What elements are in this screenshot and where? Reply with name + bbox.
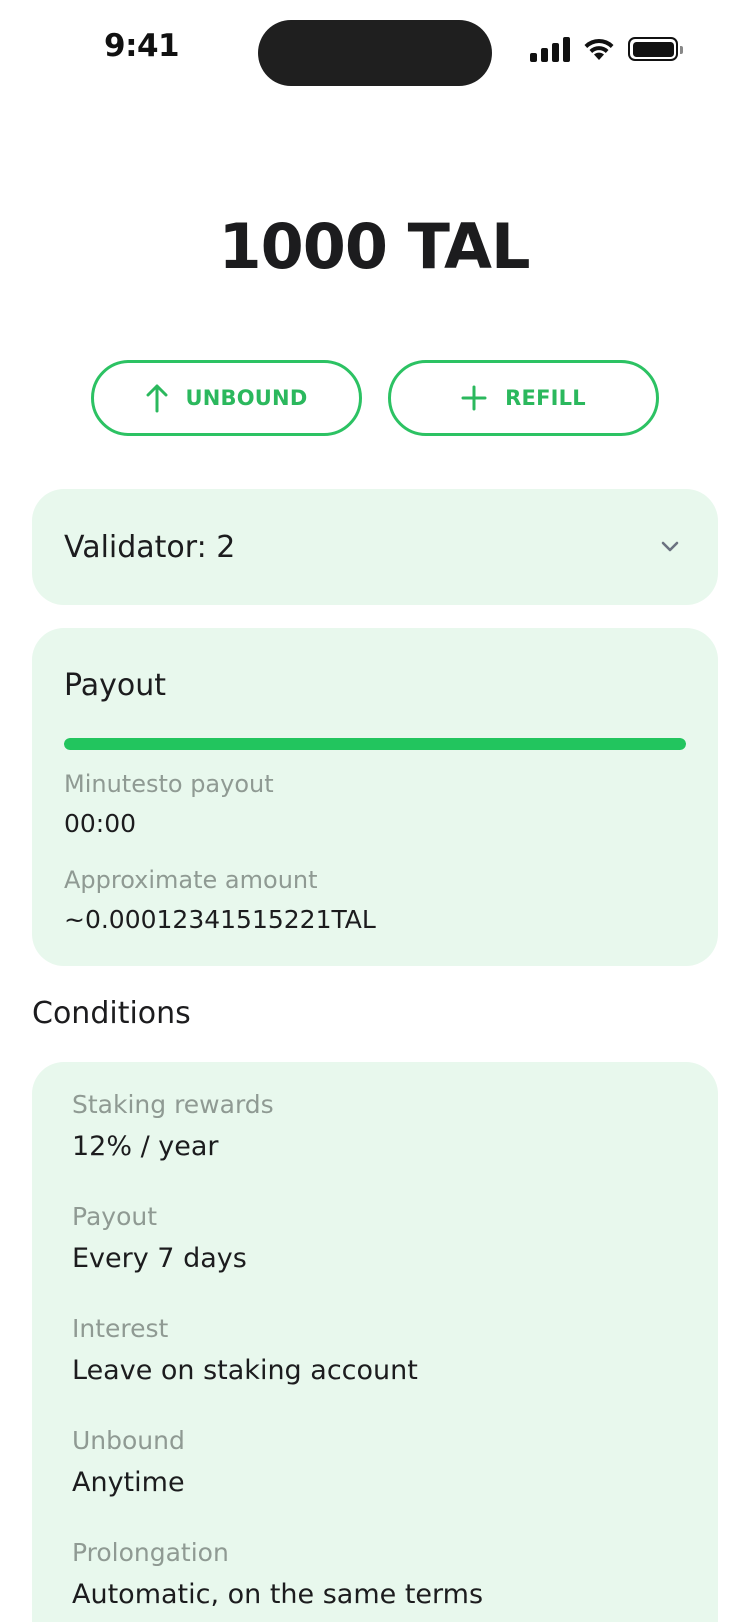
condition-prolongation: Prolongation Automatic, on the same term… — [72, 1538, 483, 1610]
condition-label: Prolongation — [72, 1538, 229, 1567]
battery-icon — [628, 37, 683, 61]
condition-label: Unbound — [72, 1426, 185, 1455]
condition-value: Anytime — [72, 1467, 185, 1498]
condition-value: 12% / year — [72, 1131, 219, 1162]
wifi-icon — [584, 38, 614, 60]
condition-label: Interest — [72, 1314, 169, 1343]
conditions-card: Staking rewards 12% / year Payout Every … — [32, 1062, 718, 1622]
plus-icon — [461, 385, 487, 411]
unbound-button-label: UNBOUND — [185, 386, 308, 410]
cellular-signal-icon — [530, 36, 570, 62]
action-buttons: UNBOUND REFILL — [91, 360, 659, 436]
approximate-amount-value: ~0.00012341515221TAL — [64, 905, 376, 934]
dynamic-island — [258, 20, 492, 86]
status-time: 9:41 — [104, 28, 180, 64]
condition-staking-rewards: Staking rewards 12% / year — [72, 1090, 274, 1162]
validator-label: Validator: 2 — [64, 529, 236, 565]
refill-button-label: REFILL — [505, 386, 586, 410]
condition-interest: Interest Leave on staking account — [72, 1314, 418, 1386]
condition-payout: Payout Every 7 days — [72, 1202, 247, 1274]
chevron-down-icon — [661, 541, 679, 552]
condition-value: Every 7 days — [72, 1243, 247, 1274]
condition-value: Automatic, on the same terms — [72, 1579, 484, 1610]
payout-progress-bar — [64, 738, 686, 750]
condition-value: Leave on staking account — [72, 1355, 418, 1386]
unbound-button[interactable]: UNBOUND — [91, 360, 362, 436]
status-icons — [530, 34, 683, 64]
status-bar: 9:41 — [0, 0, 748, 96]
minutes-to-payout-label: Minutesto payout — [64, 770, 274, 798]
approximate-amount-label: Approximate amount — [64, 866, 318, 894]
payout-title: Payout — [64, 668, 167, 703]
staking-balance: 1000 TAL — [218, 210, 530, 283]
payout-card: Payout Minutesto payout 00:00 Approximat… — [32, 628, 718, 966]
refill-button[interactable]: REFILL — [388, 360, 659, 436]
minutes-to-payout-value: 00:00 — [64, 809, 137, 838]
condition-unbound: Unbound Anytime — [72, 1426, 185, 1498]
condition-label: Payout — [72, 1202, 158, 1231]
payout-progress-fill — [64, 738, 686, 750]
arrow-up-icon — [146, 384, 168, 413]
condition-label: Staking rewards — [72, 1090, 274, 1119]
conditions-title: Conditions — [32, 996, 191, 1031]
validator-select[interactable]: Validator: 2 — [32, 489, 718, 605]
